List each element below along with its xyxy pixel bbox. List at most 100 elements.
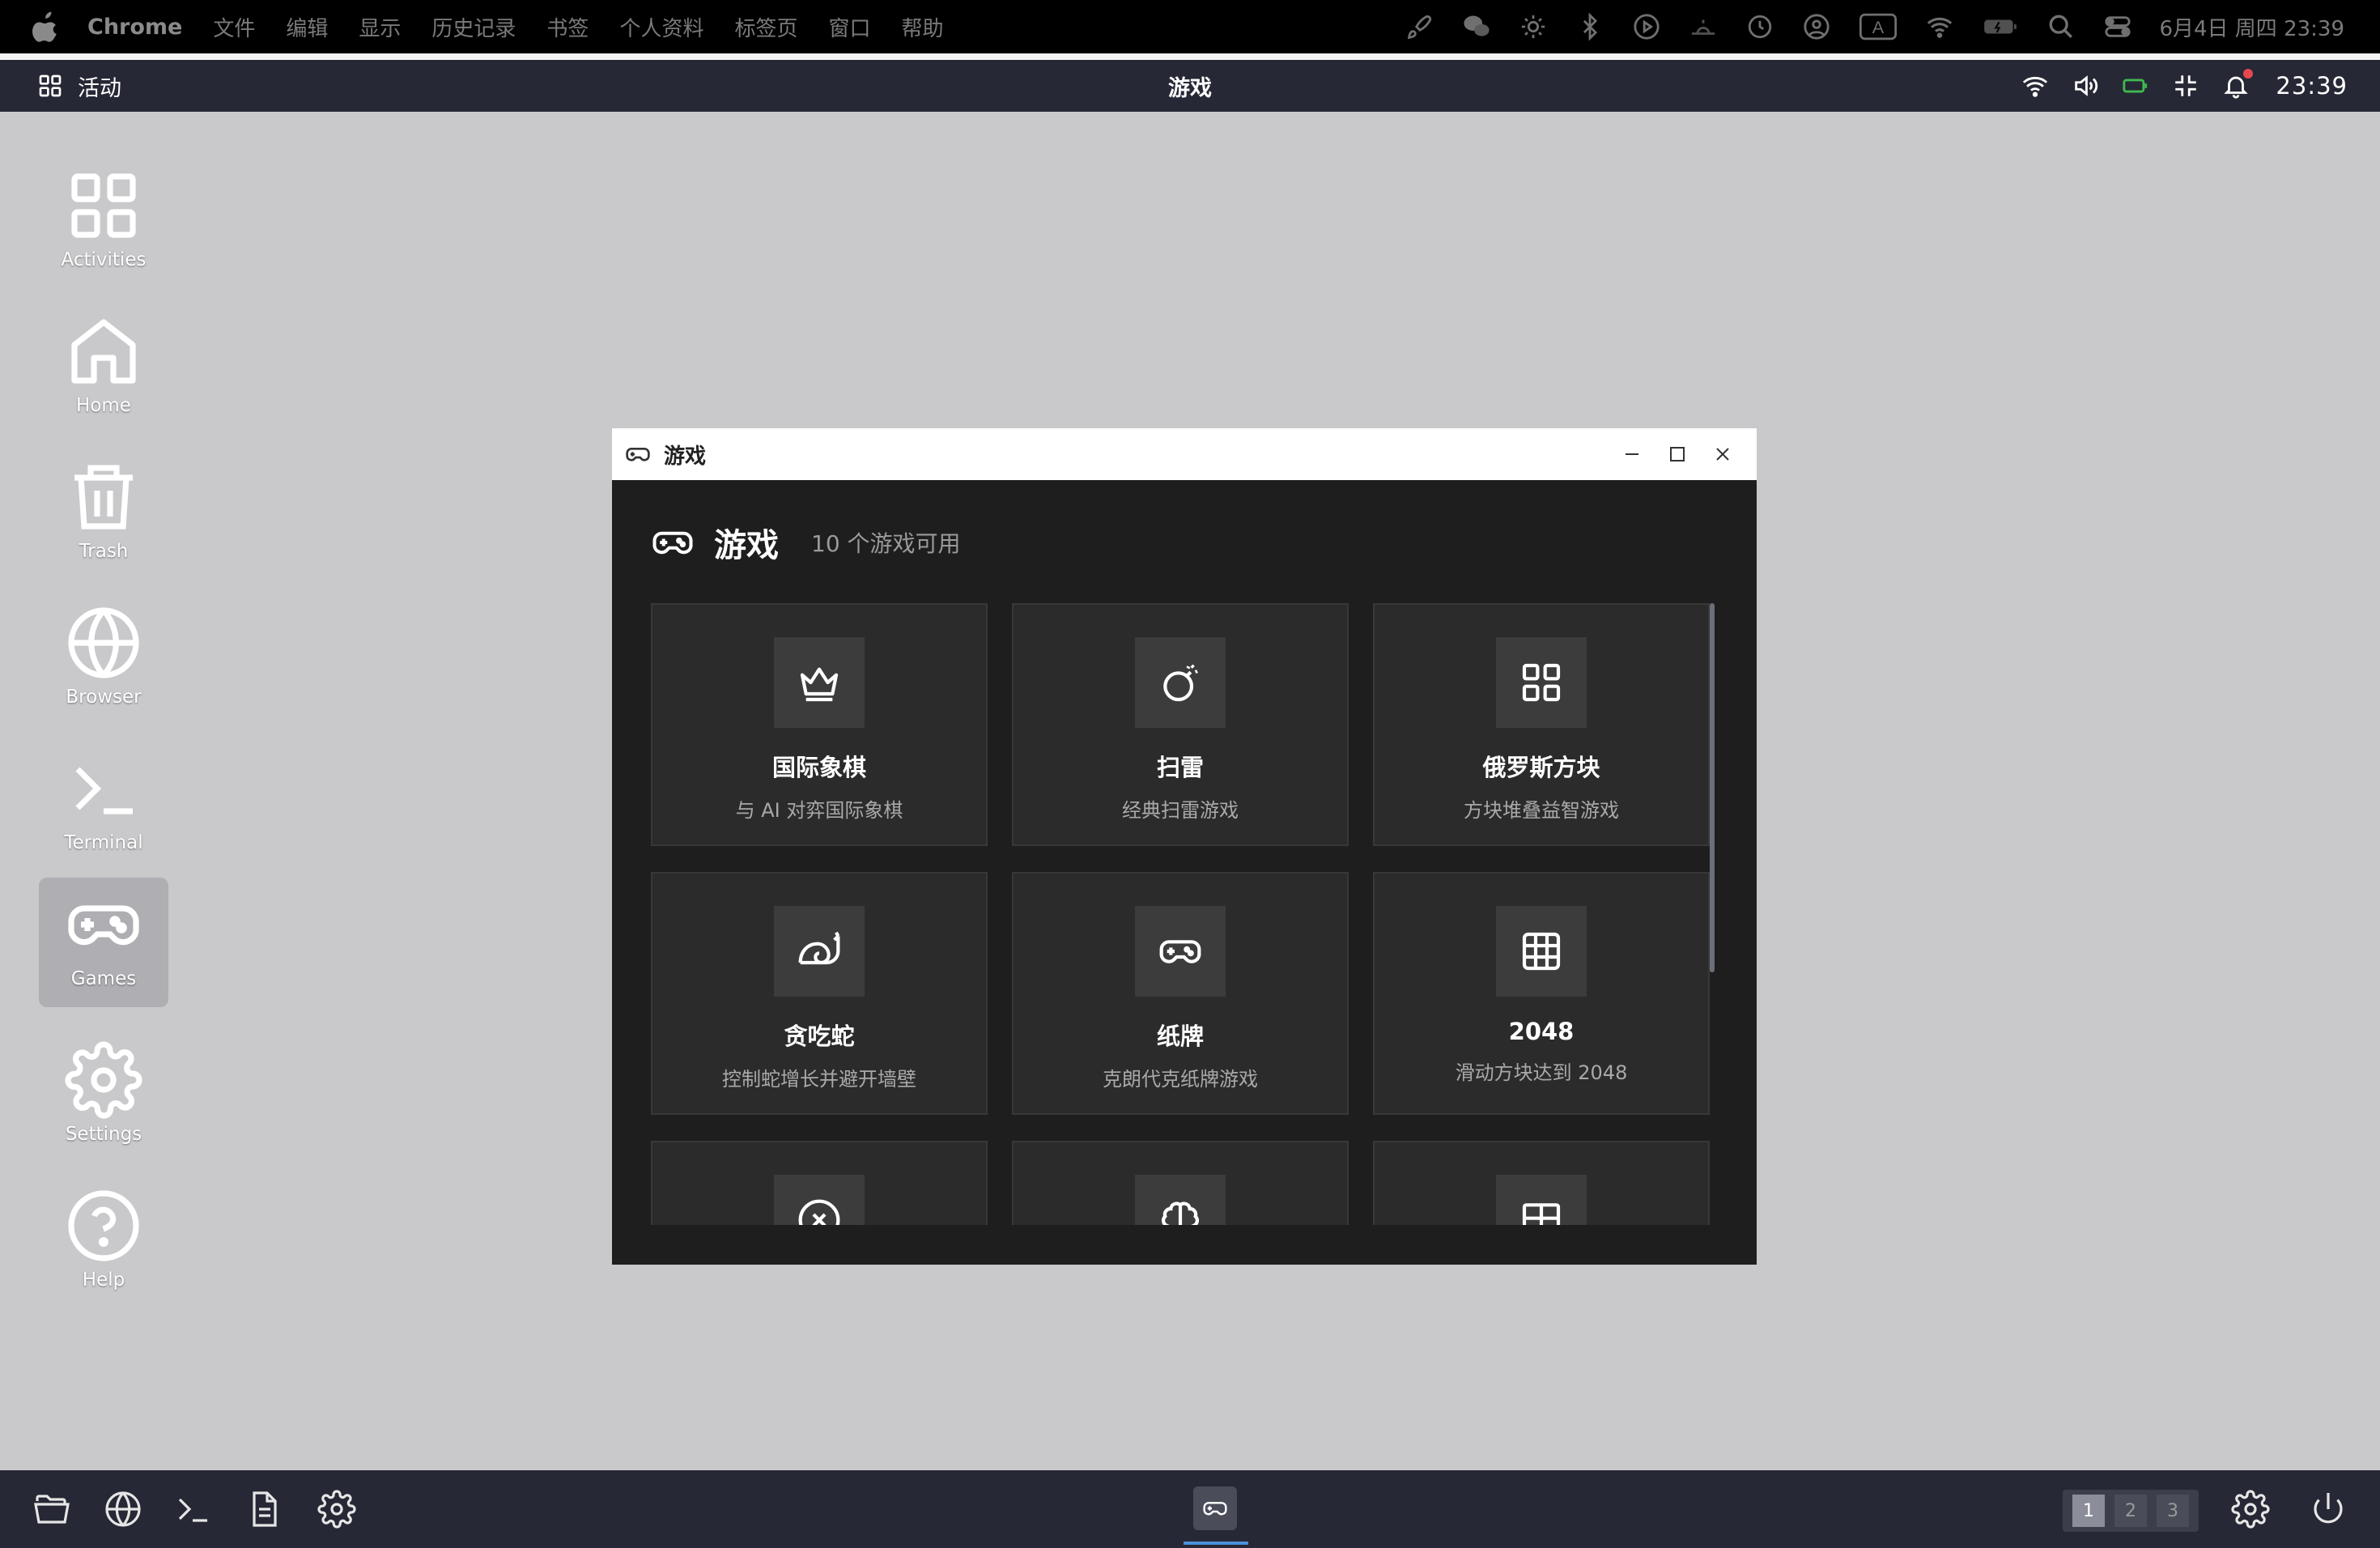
- input-a-icon[interactable]: A: [1859, 13, 1898, 40]
- sun-icon[interactable]: [1519, 13, 1547, 40]
- game-desc: 方块堆叠益智游戏: [1464, 799, 1619, 822]
- dock-power[interactable]: [2309, 1490, 2348, 1529]
- menu-bookmarks[interactable]: 书签: [546, 12, 589, 42]
- battery-icon[interactable]: [2122, 72, 2149, 100]
- game-card-tetris[interactable]: 俄罗斯方块 方块堆叠益智游戏: [1373, 603, 1710, 846]
- desktop-icon-trash[interactable]: Trash: [39, 450, 168, 580]
- menu-file[interactable]: 文件: [213, 12, 255, 42]
- bomb-icon: [1163, 664, 1198, 702]
- game-card-2048[interactable]: 2048 滑动方块达到 2048: [1373, 872, 1710, 1115]
- game-name: 俄罗斯方块: [1482, 754, 1600, 781]
- menu-window[interactable]: 窗口: [828, 12, 870, 42]
- sunrise-icon[interactable]: [1689, 13, 1717, 40]
- desktop-icon-activities[interactable]: Activities: [39, 159, 168, 288]
- app-name[interactable]: Chrome: [87, 15, 182, 40]
- user-icon[interactable]: [1803, 13, 1830, 40]
- game-name: 2048: [1508, 1018, 1575, 1045]
- desktop-icon-home[interactable]: Home: [39, 304, 168, 434]
- game-desc: 控制蛇增长并避开墙壁: [722, 1068, 916, 1091]
- game-card-chess[interactable]: 国际象棋 与 AI 对弈国际象棋: [651, 603, 988, 846]
- book-icon: [1522, 1203, 1561, 1225]
- menu-edit[interactable]: 编辑: [286, 12, 328, 42]
- dock-browser[interactable]: [104, 1490, 142, 1529]
- workspace-2[interactable]: 2: [2114, 1495, 2147, 1527]
- desktop-icon-label: Games: [70, 968, 137, 989]
- games-count: 10 个游戏可用: [811, 530, 961, 557]
- game-icon-tile: [1496, 1175, 1587, 1225]
- desktop-icon-settings[interactable]: Settings: [39, 1033, 168, 1163]
- close-button[interactable]: [1700, 432, 1745, 477]
- control-center-icon[interactable]: [2104, 13, 2131, 40]
- close-icon: [1716, 448, 1729, 461]
- grid-3x3-icon: [1522, 932, 1561, 971]
- game-card-memory[interactable]: [1012, 1141, 1349, 1225]
- menu-profiles[interactable]: 个人资料: [619, 12, 703, 42]
- battery-icon[interactable]: [1983, 13, 2018, 40]
- gamepad-icon: [1159, 940, 1201, 963]
- games-window: 游戏 游戏 10 个游戏可用 国际象棋 与 AI 对弈国际象棋 扫雷 经典扫雷游…: [612, 428, 1757, 1265]
- menu-tabs[interactable]: 标签页: [734, 12, 797, 42]
- terminal-icon: [75, 767, 133, 814]
- desktop-icon-games[interactable]: Games: [39, 878, 168, 1007]
- top-panel: 活动 游戏 23:39: [0, 60, 2380, 112]
- game-name: 扫雷: [1156, 754, 1204, 781]
- desktop-icon-browser[interactable]: Browser: [39, 596, 168, 725]
- gamepad-icon: [626, 448, 650, 461]
- dock-terminal[interactable]: [173, 1490, 212, 1529]
- notification-bell[interactable]: [2222, 69, 2254, 100]
- wechat-icon[interactable]: [1463, 13, 1490, 40]
- menu-view[interactable]: 显示: [359, 12, 401, 42]
- rocket-icon[interactable]: [1406, 13, 1434, 40]
- dock-files[interactable]: [32, 1490, 71, 1529]
- play-icon[interactable]: [1633, 13, 1660, 40]
- minimize-button[interactable]: [1609, 432, 1655, 477]
- desktop-icon-help[interactable]: Help: [39, 1179, 168, 1308]
- game-icon-tile: [774, 637, 865, 728]
- dock-system-settings[interactable]: [2231, 1490, 2270, 1529]
- bluetooth-icon[interactable]: [1576, 13, 1604, 40]
- svg-text:A: A: [1872, 17, 1885, 37]
- search-icon[interactable]: [2047, 13, 2075, 40]
- desktop-icon-label: Activities: [61, 249, 147, 270]
- game-card-snake[interactable]: 贪吃蛇 控制蛇增长并避开墙壁: [651, 872, 988, 1115]
- workspace-3[interactable]: 3: [2157, 1495, 2189, 1527]
- mac-clock[interactable]: 6月4日 周四 23:39: [2159, 12, 2344, 42]
- game-card-sudoku[interactable]: [1373, 1141, 1710, 1225]
- dock-games-running[interactable]: [1193, 1486, 1237, 1530]
- game-name: 贪吃蛇: [784, 1023, 855, 1050]
- clock-icon[interactable]: [1746, 13, 1774, 40]
- game-card-solitaire[interactable]: 纸牌 克朗代克纸牌游戏: [1012, 872, 1349, 1115]
- menu-help[interactable]: 帮助: [901, 12, 943, 42]
- gamepad-icon: [68, 905, 139, 946]
- game-card-tictactoe[interactable]: [651, 1141, 988, 1225]
- help-icon: [68, 1190, 139, 1261]
- game-icon-tile: [1135, 906, 1226, 997]
- workspace-1[interactable]: 1: [2072, 1495, 2105, 1527]
- game-icon-tile: [1135, 637, 1226, 728]
- menu-history[interactable]: 历史记录: [431, 12, 516, 42]
- window-titlebar[interactable]: 游戏: [612, 428, 1757, 480]
- game-card-minesweeper[interactable]: 扫雷 经典扫雷游戏: [1012, 603, 1349, 846]
- collapse-icon[interactable]: [2172, 72, 2199, 100]
- maximize-button[interactable]: [1655, 432, 1700, 477]
- dock-editor[interactable]: [244, 1490, 283, 1529]
- grid-icon: [71, 173, 136, 238]
- scrollbar[interactable]: [1710, 603, 1715, 972]
- workspace-switcher: 1 2 3: [2063, 1490, 2199, 1532]
- volume-icon[interactable]: [2072, 72, 2099, 100]
- gamepad-icon: [652, 531, 693, 555]
- desktop-icon-label: Help: [82, 1269, 125, 1291]
- apple-icon[interactable]: [32, 11, 60, 43]
- wifi-icon[interactable]: [1926, 13, 1953, 40]
- folder-icon: [34, 1495, 70, 1524]
- panel-clock[interactable]: 23:39: [2276, 72, 2348, 100]
- desktop-icon-terminal[interactable]: Terminal: [39, 742, 168, 871]
- power-icon: [2314, 1493, 2343, 1524]
- window-controls: [1609, 428, 1745, 480]
- dock-settings[interactable]: [317, 1490, 356, 1529]
- crown-icon: [800, 667, 839, 702]
- globe-icon: [68, 607, 139, 678]
- minimize-icon: [1626, 453, 1638, 455]
- wifi-icon[interactable]: [2021, 72, 2049, 100]
- game-desc: 与 AI 对弈国际象棋: [735, 799, 903, 822]
